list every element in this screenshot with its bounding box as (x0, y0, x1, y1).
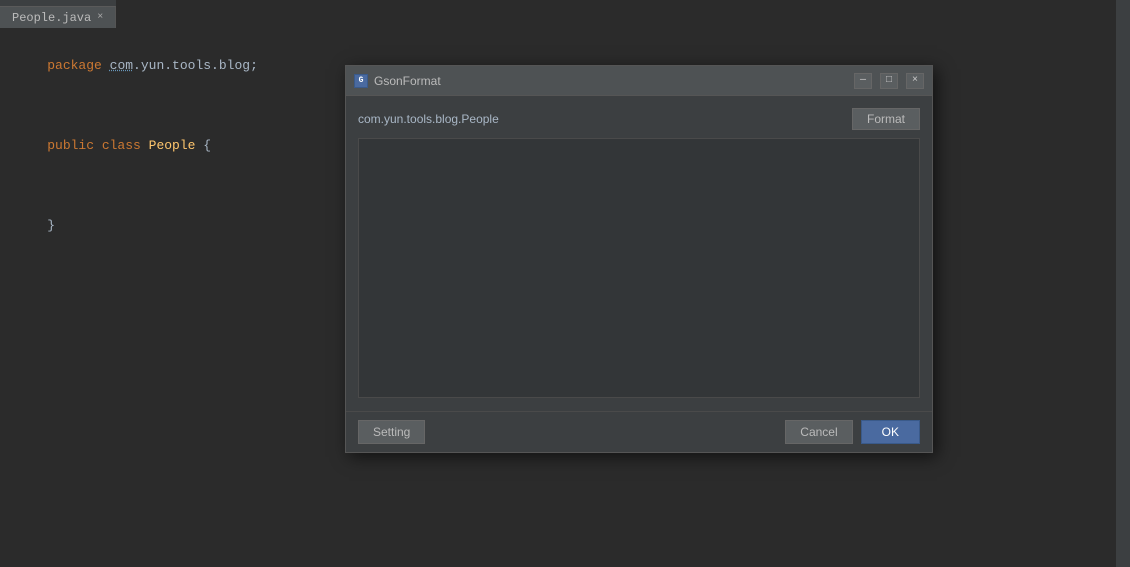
close-brace: } (47, 218, 55, 233)
code-line-5: } (0, 196, 340, 256)
tab-close-button[interactable]: × (97, 12, 103, 23)
gson-format-dialog: G GsonFormat — □ × com.yun.tools.blog.Pe… (345, 65, 933, 453)
dialog-icon: G (354, 74, 368, 88)
code-line-4 (0, 176, 340, 196)
ok-button[interactable]: OK (861, 420, 920, 444)
tab-bar: People.java × (0, 0, 116, 28)
code-line-2 (0, 96, 340, 116)
close-button[interactable]: × (906, 73, 924, 89)
dialog-body: com.yun.tools.blog.People Format (346, 96, 932, 411)
maximize-icon: □ (886, 75, 892, 86)
code-line-1: package com.yun.tools.blog; (0, 36, 340, 96)
close-icon: × (912, 75, 918, 86)
minimize-icon: — (860, 75, 866, 86)
dialog-icon-letter: G (359, 76, 364, 85)
tab-people-java[interactable]: People.java × (0, 6, 116, 28)
keyword-package: package (47, 58, 109, 73)
package-rest: .yun.tools.blog; (133, 58, 258, 73)
setting-button[interactable]: Setting (358, 420, 425, 444)
cancel-button[interactable]: Cancel (785, 420, 852, 444)
code-line-3: public class People { (0, 116, 340, 176)
classname-row: com.yun.tools.blog.People Format (358, 108, 920, 130)
tab-label: People.java (12, 11, 91, 25)
keyword-public: public (47, 138, 102, 153)
open-brace: { (203, 138, 211, 153)
json-input[interactable] (358, 138, 920, 398)
code-editor: package com.yun.tools.blog; public class… (0, 28, 340, 567)
dialog-footer: Setting Cancel OK (346, 411, 932, 452)
maximize-button[interactable]: □ (880, 73, 898, 89)
footer-right-buttons: Cancel OK (785, 420, 920, 444)
right-gutter (1116, 0, 1130, 567)
minimize-button[interactable]: — (854, 73, 872, 89)
package-name: com (110, 58, 133, 73)
format-button[interactable]: Format (852, 108, 920, 130)
classname-display: com.yun.tools.blog.People (358, 112, 844, 126)
dialog-titlebar: G GsonFormat — □ × (346, 66, 932, 96)
keyword-class: class (102, 138, 149, 153)
dialog-title: GsonFormat (374, 74, 846, 88)
class-name: People (149, 138, 204, 153)
